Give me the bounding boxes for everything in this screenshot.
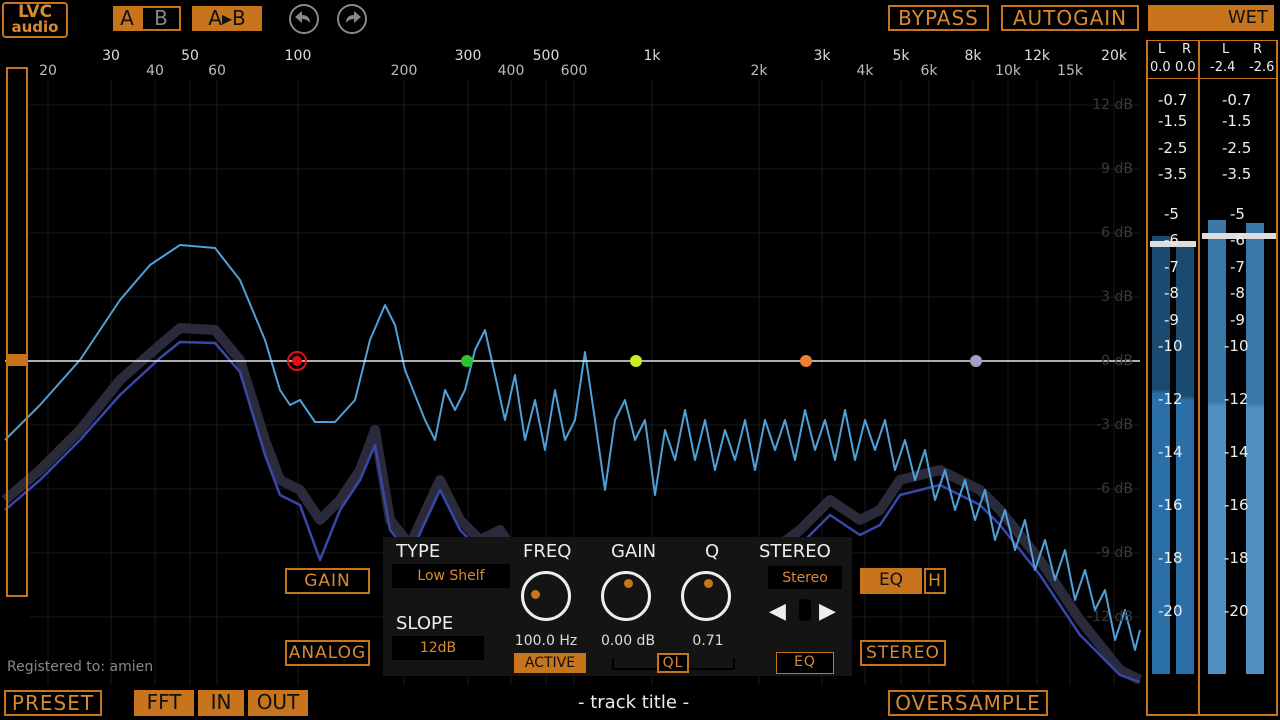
out-l-label: L [1222, 42, 1230, 57]
in-l-value: 0.0 [1150, 60, 1171, 75]
q-label: Q [705, 541, 720, 562]
stereo-select[interactable]: Stereo [768, 566, 842, 589]
db-label: -12 dB [1087, 609, 1133, 625]
gain-button[interactable]: GAIN [285, 568, 370, 594]
db-label: 9 dB [1101, 161, 1133, 177]
wet-label: WET [1227, 7, 1268, 28]
out-l-value: -2.4 [1210, 60, 1236, 75]
autogain-button[interactable]: AUTOGAIN [1001, 5, 1139, 31]
analog-button[interactable]: ANALOG [285, 640, 370, 666]
band-eq-button[interactable]: EQ [776, 652, 834, 674]
db-label: 6 dB [1101, 225, 1133, 241]
fft-button[interactable]: FFT [134, 690, 194, 716]
db-label: -9 dB [1096, 545, 1133, 561]
gain-label: GAIN [611, 541, 657, 562]
eq-node-3[interactable] [630, 355, 642, 367]
redo-icon[interactable] [336, 3, 368, 35]
eq-node-4[interactable] [800, 355, 812, 367]
freq-knob[interactable] [521, 571, 571, 621]
registered-text: Registered to: amien [7, 659, 154, 675]
gain-value: 0.00 dB [600, 633, 656, 649]
oversample-button[interactable]: OVERSAMPLE [888, 690, 1048, 716]
eq-node-2[interactable] [461, 355, 473, 367]
in-r-label: R [1182, 42, 1192, 57]
gain-knob[interactable] [601, 571, 651, 621]
logo-line2: audio [11, 18, 59, 36]
bypass-button[interactable]: BYPASS [888, 5, 989, 31]
in-r-value: 0.0 [1175, 60, 1196, 75]
eq-node-5[interactable] [970, 355, 982, 367]
logo: LVC audio [2, 2, 68, 38]
stereo-button[interactable]: STEREO [860, 640, 946, 666]
fft-out-button[interactable]: OUT [248, 690, 308, 716]
next-band-icon[interactable]: ▶ [819, 599, 836, 624]
freq-label: FREQ [523, 541, 572, 562]
q-value: 0.71 [692, 633, 724, 649]
stereo-label: STEREO [759, 541, 831, 562]
wet-slider[interactable]: WET [1148, 5, 1274, 31]
prev-band-icon[interactable]: ◀ [769, 599, 786, 624]
q-knob[interactable] [681, 571, 731, 621]
undo-icon[interactable] [288, 3, 320, 35]
slope-label: SLOPE [396, 613, 454, 634]
db-label: 0 dB [1101, 353, 1133, 369]
ab-b-button[interactable]: B [141, 6, 181, 31]
track-title: - track title - [578, 692, 690, 713]
eq-mode-button[interactable]: EQ [860, 568, 922, 594]
type-label: TYPE [396, 541, 441, 562]
output-gain-handle[interactable] [6, 354, 28, 366]
active-button[interactable]: ACTIVE [514, 653, 586, 673]
db-label: 3 dB [1101, 289, 1133, 305]
db-label: -6 dB [1096, 481, 1133, 497]
h-button[interactable]: H [924, 568, 946, 594]
out-r-value: -2.6 [1249, 60, 1275, 75]
type-select[interactable]: Low Shelf [392, 564, 510, 588]
out-r-label: R [1253, 42, 1263, 57]
ql-button[interactable]: QL [657, 653, 689, 673]
db-label: -3 dB [1096, 417, 1133, 433]
band-panel: TYPE Low Shelf SLOPE 12dB FREQ 100.0 Hz … [383, 537, 852, 676]
band-indicator [799, 599, 811, 621]
ab-copy-button[interactable]: A▸B [192, 6, 262, 31]
output-gain-slider[interactable] [6, 67, 28, 597]
slope-select[interactable]: 12dB [392, 636, 484, 660]
meters: L R 0.0 0.0 L R -2.4 -2.6 -0.7 -1.5 -2.5… [1146, 40, 1280, 720]
fft-in-button[interactable]: IN [198, 690, 244, 716]
in-l-label: L [1158, 42, 1166, 57]
preset-button[interactable]: PRESET [4, 690, 102, 716]
db-label: 12 dB [1092, 97, 1133, 113]
ab-a-button[interactable]: A [113, 6, 141, 31]
meter-bar-out-r [1246, 223, 1264, 674]
freq-value: 100.0 Hz [514, 633, 578, 649]
